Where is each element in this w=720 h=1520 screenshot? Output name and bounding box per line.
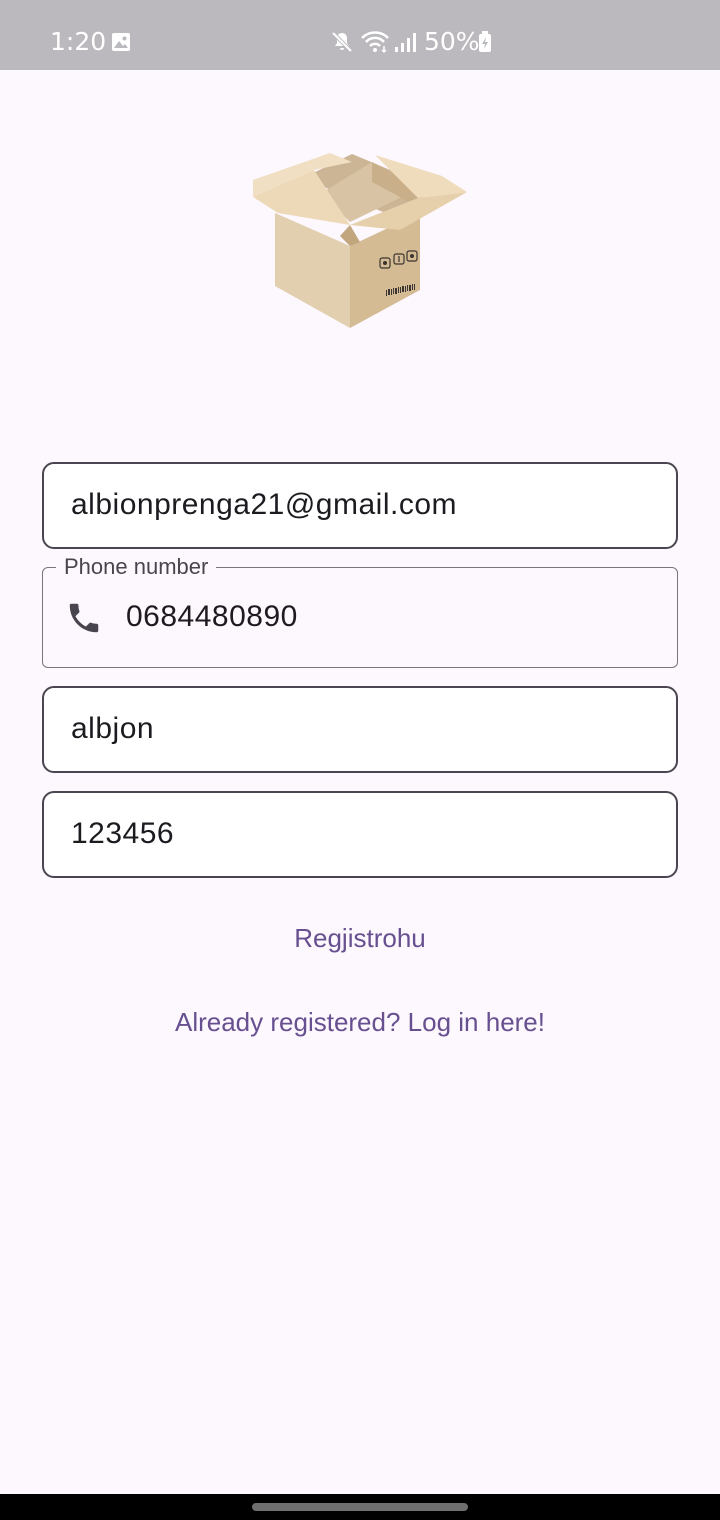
phone-number-value: 0684480890: [126, 600, 298, 633]
navigation-bar: [0, 1494, 720, 1520]
login-link[interactable]: Already registered? Log in here!: [110, 994, 610, 1050]
gallery-icon: [112, 33, 130, 51]
password-field[interactable]: 123456: [42, 791, 678, 878]
mute-icon: [331, 31, 353, 53]
email-field[interactable]: albionprenga21@gmail.com: [42, 462, 678, 549]
battery-icon: [479, 31, 491, 52]
name-value: albjon: [71, 712, 155, 745]
home-handle[interactable]: [252, 1503, 468, 1511]
phone-icon: [69, 603, 99, 633]
phone-number-field[interactable]: Phone number 0684480890: [42, 554, 678, 668]
register-button[interactable]: Regjistrohu: [230, 910, 490, 966]
status-time: 1:20: [50, 27, 107, 56]
status-bar: 1:20 50%: [0, 0, 720, 70]
wifi-icon: [361, 31, 389, 54]
battery-level: 50%: [424, 27, 480, 56]
phone-number-label: Phone number: [56, 554, 217, 580]
password-value: 123456: [71, 817, 175, 850]
name-field[interactable]: albjon: [42, 686, 678, 773]
cardboard-box-icon: [253, 153, 467, 328]
email-value: albionprenga21@gmail.com: [71, 488, 458, 521]
signal-icon: [395, 33, 416, 52]
